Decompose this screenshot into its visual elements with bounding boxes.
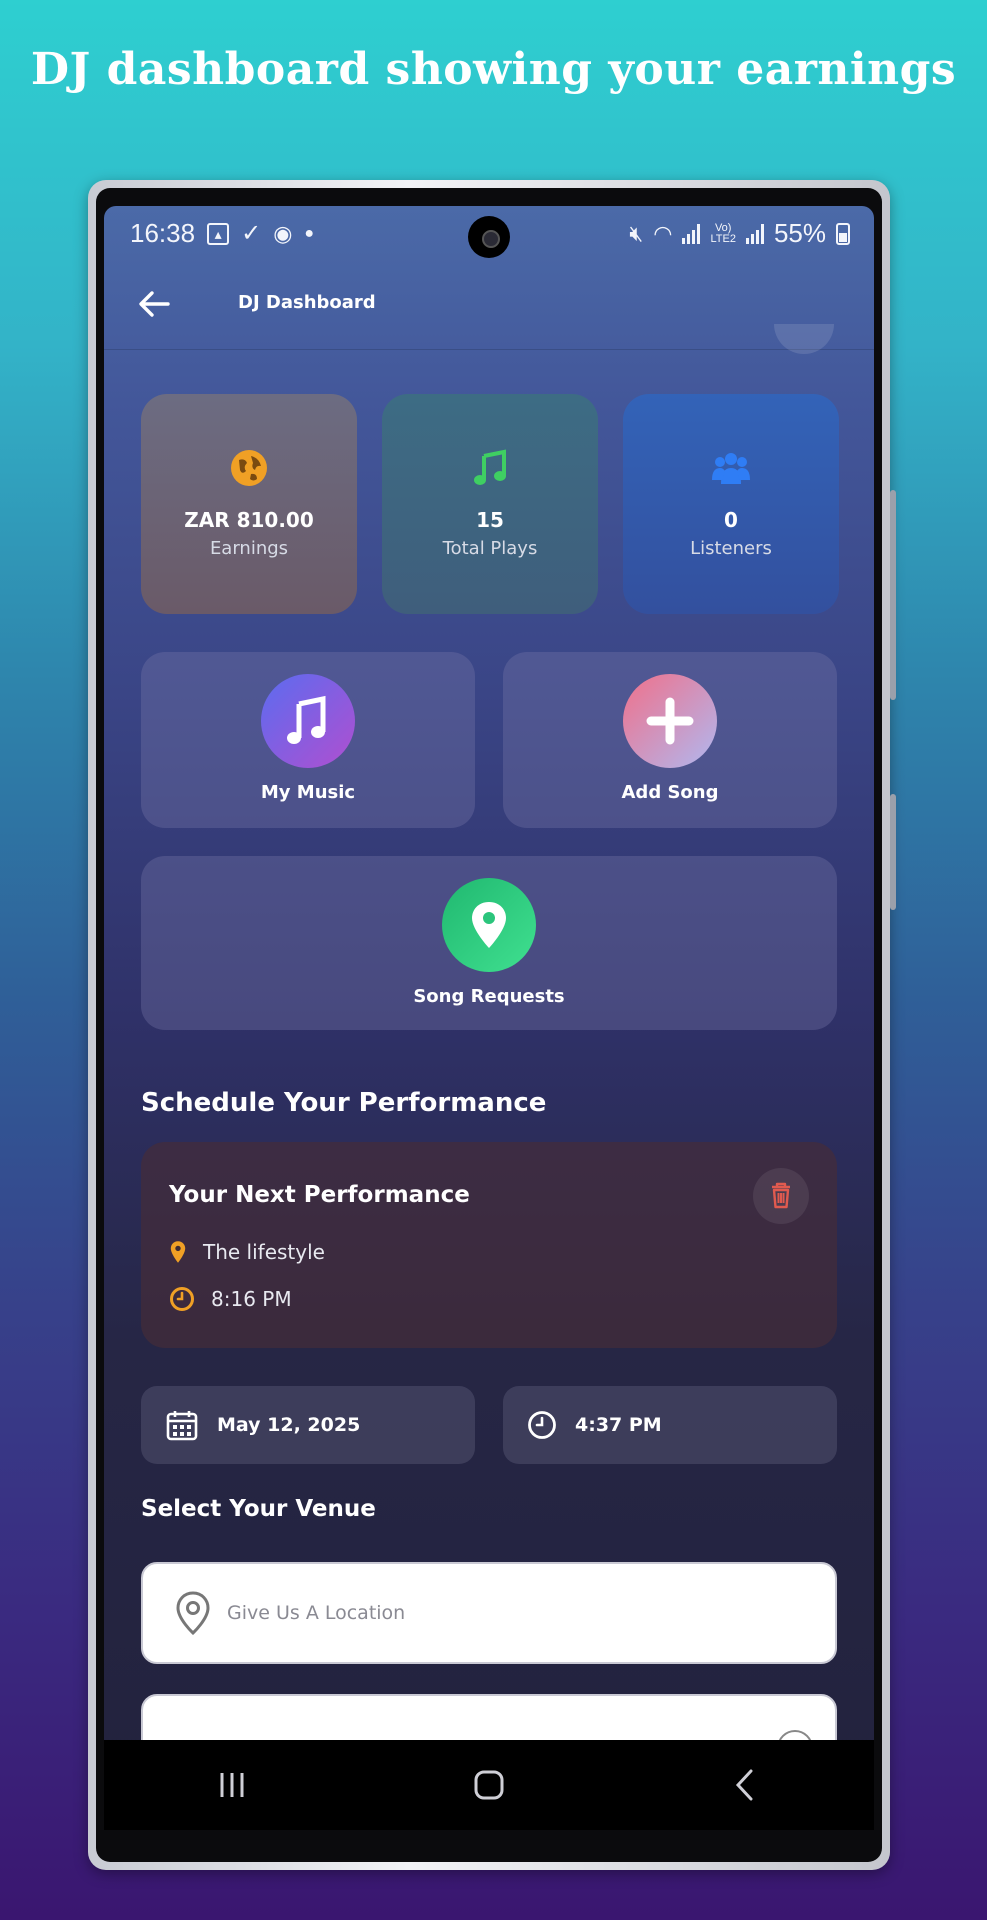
back-arrow-icon[interactable]: [134, 284, 174, 324]
check-icon: ✓: [241, 220, 262, 247]
listeners-label: Listeners: [690, 538, 772, 559]
mute-icon: 🔇︎: [629, 220, 644, 246]
recents-icon: [220, 1773, 244, 1797]
performance-time: 8:16 PM: [211, 1287, 292, 1311]
promo-headline: DJ dashboard showing your earnings: [30, 44, 957, 95]
venue-section-title: Select Your Venue: [141, 1496, 376, 1522]
my-music-label: My Music: [260, 782, 356, 803]
trash-icon: [772, 1182, 790, 1209]
back-button[interactable]: [716, 1755, 776, 1815]
venue-name: The lifestyle: [203, 1240, 325, 1264]
home-button[interactable]: [459, 1755, 519, 1815]
my-music-tile[interactable]: My Music: [141, 652, 475, 828]
globe-icon: [231, 450, 267, 486]
song-requests-label: Song Requests: [413, 986, 565, 1007]
next-performance-title: Your Next Performance: [169, 1182, 470, 1208]
time-row: 8:16 PM: [169, 1286, 292, 1312]
phone-screen: 16:38 ▴ ✓ ◉ ● 🔇︎ ◠ Vo) LTE2 55% DJ Dashbo…: [104, 206, 874, 1830]
schedule-section-title: Schedule Your Performance: [141, 1088, 547, 1118]
total-plays-value: 15: [476, 508, 504, 532]
signal-icon: [682, 223, 701, 244]
dot-icon: ●: [304, 224, 315, 242]
music-note-icon: [474, 449, 506, 485]
users-group-icon: [712, 453, 750, 484]
song-requests-tile[interactable]: Song Requests: [141, 856, 837, 1030]
time-picker-value: 4:37 PM: [575, 1414, 662, 1436]
delete-performance-button[interactable]: [753, 1168, 809, 1224]
location-pin-icon: [170, 1241, 186, 1263]
listeners-value: 0: [724, 508, 738, 532]
add-circle: [623, 674, 717, 768]
calendar-icon: [166, 1411, 198, 1441]
battery-icon: [836, 222, 850, 245]
app-bar: DJ Dashboard: [104, 260, 874, 350]
signal-2-icon: [745, 223, 764, 244]
music-circle: [261, 674, 355, 768]
add-song-label: Add Song: [621, 782, 719, 803]
phone-volume-button: [890, 490, 896, 700]
date-picker-button[interactable]: May 12, 2025: [141, 1386, 475, 1464]
wifi-icon: ◠: [653, 220, 673, 246]
home-icon: [474, 1770, 504, 1800]
plus-icon: [646, 697, 694, 745]
earnings-card: ZAR 810.00 Earnings: [141, 394, 357, 614]
app-title: DJ Dashboard: [238, 292, 376, 313]
gallery-icon: ▴: [207, 222, 230, 245]
phone-power-button: [890, 794, 896, 910]
location-placeholder: Give Us A Location: [227, 1602, 406, 1624]
add-song-tile[interactable]: Add Song: [503, 652, 837, 828]
volte-icon: Vo) LTE2: [710, 221, 736, 245]
system-nav-bar: [104, 1740, 874, 1830]
location-pin-icon: [472, 902, 506, 948]
next-performance-card: Your Next Performance The lifestyle 8:16…: [141, 1142, 837, 1348]
time-picker-button[interactable]: 4:37 PM: [503, 1386, 837, 1464]
venue-row: The lifestyle: [169, 1240, 325, 1264]
chrome-icon: ◉: [273, 220, 293, 246]
recent-apps-button[interactable]: [202, 1755, 262, 1815]
status-time: 16:38: [130, 218, 196, 248]
status-bar: 16:38 ▴ ✓ ◉ ● 🔇︎ ◠ Vo) LTE2 55%: [104, 206, 874, 260]
location-input[interactable]: Give Us A Location: [141, 1562, 837, 1664]
clock-icon: [170, 1287, 194, 1311]
front-camera: [468, 216, 510, 258]
requests-circle: [442, 878, 536, 972]
battery-text: 55%: [773, 218, 826, 248]
earnings-label: Earnings: [209, 538, 289, 559]
listeners-card: 0 Listeners: [623, 394, 839, 614]
earnings-value: ZAR 810.00: [184, 508, 314, 532]
total-plays-label: Total Plays: [442, 538, 538, 559]
total-plays-card: 15 Total Plays: [382, 394, 598, 614]
clock-icon: [528, 1411, 556, 1439]
location-pin-icon: [176, 1591, 210, 1636]
music-note-icon: [287, 695, 326, 744]
back-chevron-icon: [735, 1769, 753, 1801]
date-picker-value: May 12, 2025: [217, 1414, 361, 1436]
